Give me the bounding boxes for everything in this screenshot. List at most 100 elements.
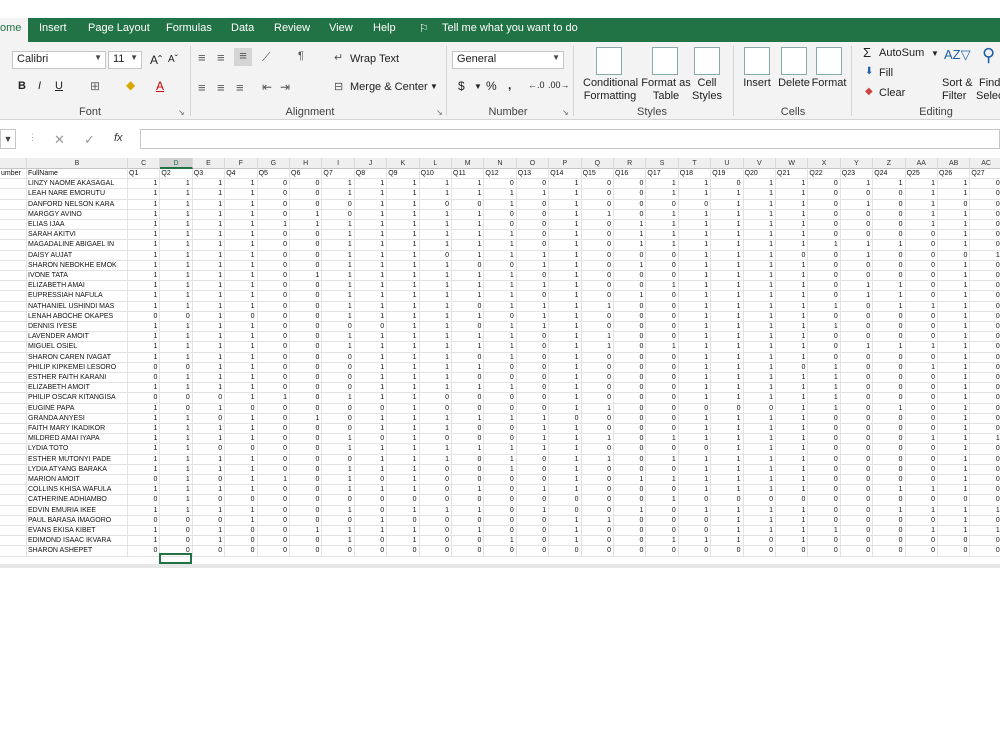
score-cell[interactable]: 0	[840, 403, 874, 414]
score-cell[interactable]: 1	[776, 434, 809, 445]
score-cell[interactable]: 1	[516, 444, 550, 455]
score-cell[interactable]: 1	[128, 179, 161, 190]
score-cell[interactable]: 1	[938, 179, 971, 190]
number-launcher-icon[interactable]: ↘	[562, 108, 569, 117]
score-cell[interactable]: 0	[516, 475, 550, 486]
score-cell[interactable]: 1	[387, 240, 420, 251]
score-cell[interactable]: 1	[711, 475, 744, 486]
score-cell[interactable]: 1	[419, 281, 452, 292]
score-cell[interactable]: 0	[484, 475, 517, 486]
score-cell[interactable]: 0	[257, 199, 290, 210]
score-cell[interactable]: 1	[905, 526, 938, 537]
score-cell[interactable]: 1	[549, 240, 582, 251]
score-cell[interactable]: 0	[614, 526, 647, 537]
score-cell[interactable]: 1	[354, 454, 388, 465]
score-cell[interactable]: 1	[614, 260, 647, 271]
score-cell[interactable]: 1	[160, 291, 193, 302]
score-cell[interactable]: 0	[970, 281, 1000, 292]
score-cell[interactable]: 1	[225, 250, 258, 261]
column-title-cell[interactable]: Q5	[257, 169, 290, 180]
score-cell[interactable]: 0	[938, 536, 971, 547]
score-cell[interactable]: 0	[484, 546, 517, 557]
score-cell[interactable]: 1	[225, 240, 258, 251]
number-cell[interactable]	[0, 220, 27, 231]
score-cell[interactable]: 1	[743, 342, 776, 353]
score-cell[interactable]: 0	[516, 240, 550, 251]
score-cell[interactable]: 1	[776, 352, 809, 363]
score-cell[interactable]: 1	[743, 362, 776, 373]
score-cell[interactable]: 1	[192, 281, 226, 292]
score-cell[interactable]: 0	[905, 271, 938, 282]
score-cell[interactable]: 1	[646, 434, 679, 445]
score-cell[interactable]: 1	[160, 281, 193, 292]
number-cell[interactable]	[0, 495, 27, 506]
score-cell[interactable]: 1	[711, 189, 744, 200]
score-cell[interactable]: 0	[840, 505, 874, 516]
score-cell[interactable]: 1	[905, 362, 938, 373]
score-cell[interactable]: 1	[711, 485, 744, 496]
score-cell[interactable]: 1	[387, 250, 420, 261]
score-cell[interactable]: 0	[905, 322, 938, 333]
decrease-decimal-icon[interactable]: .00→	[548, 80, 570, 90]
score-cell[interactable]: 0	[257, 250, 290, 261]
tab-formulas[interactable]: Formulas	[166, 22, 212, 34]
score-cell[interactable]: 1	[128, 230, 161, 241]
score-cell[interactable]: 0	[840, 444, 874, 455]
score-cell[interactable]: 1	[192, 352, 226, 363]
score-cell[interactable]: 1	[419, 240, 452, 251]
score-cell[interactable]: 1	[938, 240, 971, 251]
column-header-b[interactable]: B	[27, 158, 128, 169]
score-cell[interactable]: 1	[776, 260, 809, 271]
score-cell[interactable]: 0	[581, 526, 614, 537]
score-cell[interactable]: 1	[614, 475, 647, 486]
score-cell[interactable]: 0	[387, 515, 420, 526]
score-cell[interactable]: 0	[290, 352, 323, 363]
number-cell[interactable]	[0, 209, 27, 220]
score-cell[interactable]: 1	[387, 179, 420, 190]
format-as-table-button[interactable]: Format as	[641, 77, 691, 89]
score-cell[interactable]: 0	[419, 526, 452, 537]
name-cell[interactable]: ESTHER FAITH KARANI	[27, 373, 128, 384]
score-cell[interactable]: 0	[290, 464, 323, 475]
score-cell[interactable]: 1	[192, 240, 226, 251]
score-cell[interactable]: 0	[581, 291, 614, 302]
score-cell[interactable]: 1	[905, 199, 938, 210]
score-cell[interactable]: 0	[581, 362, 614, 373]
orientation-icon[interactable]: ⟋	[262, 50, 270, 65]
score-cell[interactable]: 1	[387, 383, 420, 394]
score-cell[interactable]: 0	[549, 546, 582, 557]
score-cell[interactable]: 0	[516, 393, 550, 404]
score-cell[interactable]: 1	[808, 383, 841, 394]
score-cell[interactable]: 0	[516, 199, 550, 210]
score-cell[interactable]: 1	[678, 505, 712, 516]
score-cell[interactable]: 1	[516, 485, 550, 496]
score-cell[interactable]: 1	[840, 250, 874, 261]
score-cell[interactable]: 0	[290, 332, 323, 343]
number-cell[interactable]	[0, 230, 27, 241]
score-cell[interactable]: 0	[581, 322, 614, 333]
score-cell[interactable]: 1	[743, 424, 776, 435]
increase-font-icon[interactable]: Aˆ	[150, 53, 162, 67]
column-title-cell[interactable]: Q7	[322, 169, 355, 180]
score-cell[interactable]: 1	[452, 291, 485, 302]
score-cell[interactable]: 0	[322, 373, 355, 384]
score-cell[interactable]: 0	[905, 260, 938, 271]
score-cell[interactable]: 0	[581, 475, 614, 486]
score-cell[interactable]: 0	[808, 179, 841, 190]
column-title-cell[interactable]: Q27	[970, 169, 1000, 180]
score-cell[interactable]: 1	[905, 189, 938, 200]
name-cell[interactable]: LINZY NAOME AKASAGAL	[27, 179, 128, 190]
score-cell[interactable]: 0	[419, 393, 452, 404]
score-cell[interactable]: 0	[257, 546, 290, 557]
score-cell[interactable]: 1	[938, 464, 971, 475]
number-cell[interactable]	[0, 434, 27, 445]
score-cell[interactable]: 0	[484, 179, 517, 190]
score-cell[interactable]: 0	[905, 393, 938, 404]
score-cell[interactable]: 1	[743, 322, 776, 333]
score-cell[interactable]: 1	[322, 536, 355, 547]
score-cell[interactable]: 0	[387, 495, 420, 506]
score-cell[interactable]: 1	[354, 281, 388, 292]
score-cell[interactable]: 1	[160, 189, 193, 200]
score-cell[interactable]: 0	[290, 424, 323, 435]
score-cell[interactable]: 0	[354, 475, 388, 486]
